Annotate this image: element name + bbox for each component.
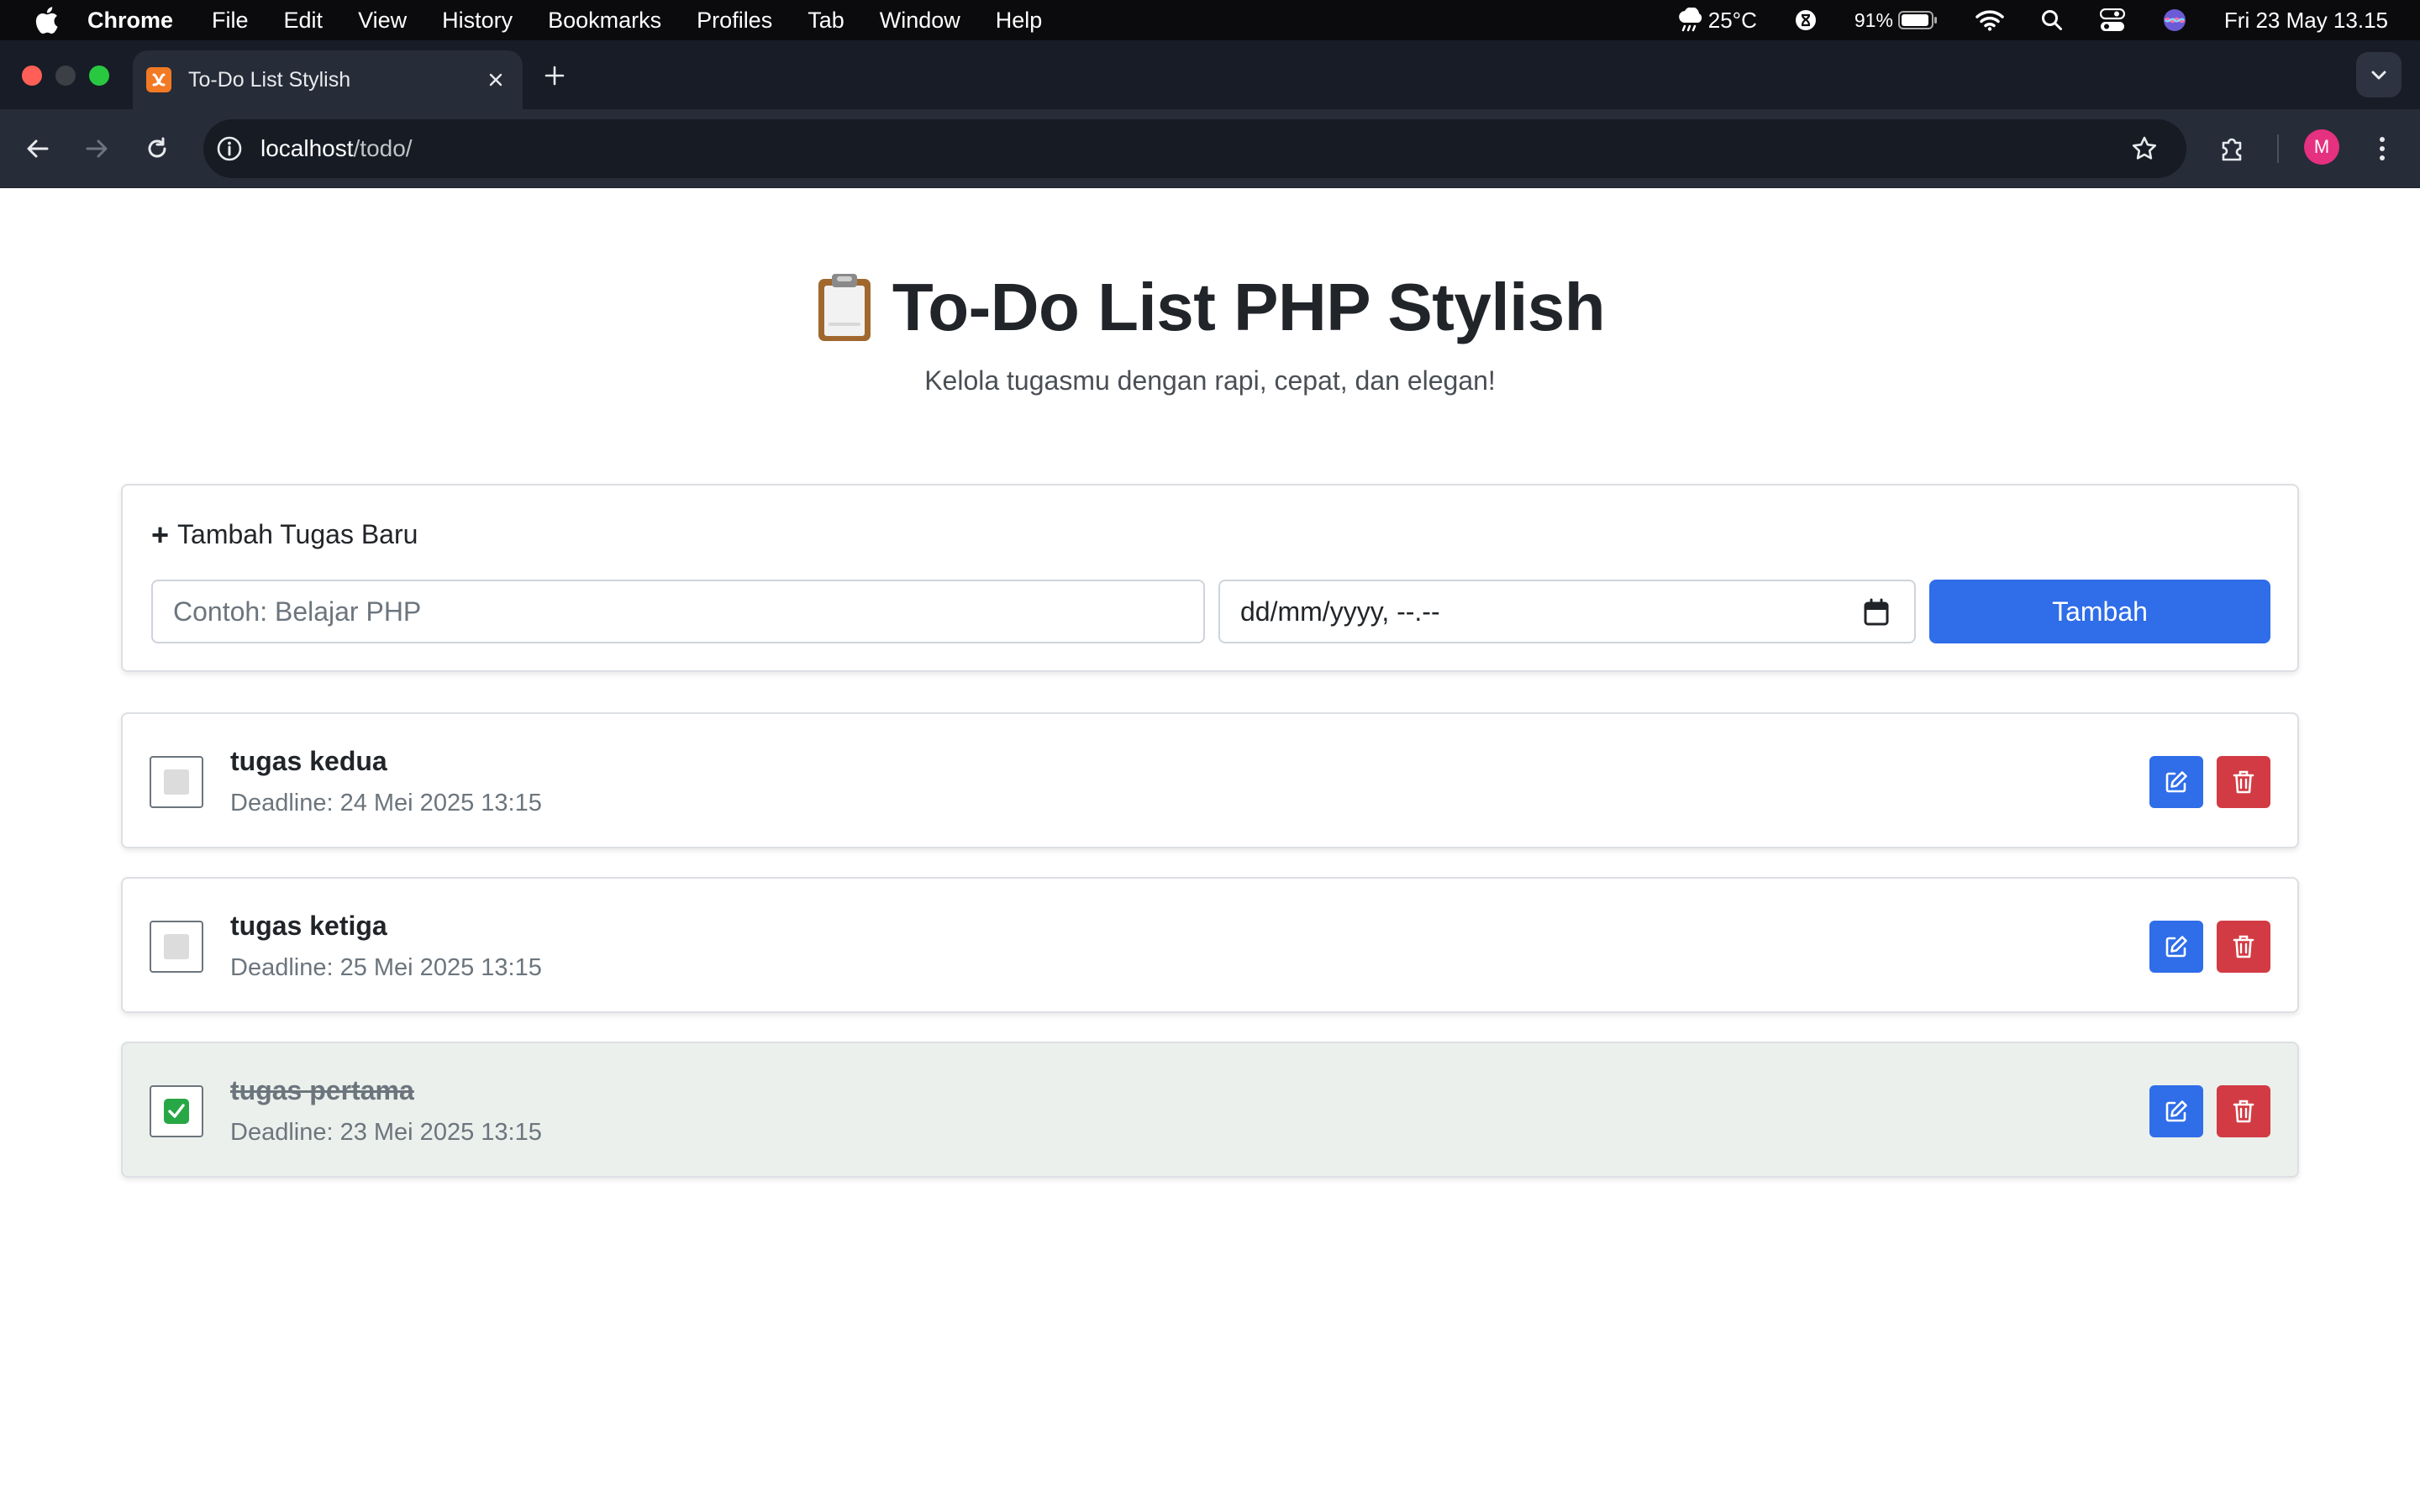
task-item: tugas kedua Deadline: 24 Mei 2025 13:15 bbox=[121, 712, 2299, 848]
forward-arrow-icon[interactable] bbox=[77, 129, 116, 168]
search-icon bbox=[2041, 10, 2062, 30]
window-zoom-button[interactable] bbox=[89, 66, 109, 86]
weather-temperature: 25°C bbox=[1707, 7, 1757, 33]
deadline-datetime-placeholder: dd/mm/yyyy, --.-- bbox=[1240, 596, 1440, 627]
deadline-datetime-input[interactable]: dd/mm/yyyy, --.-- bbox=[1218, 580, 1916, 643]
browser-toolbar: localhost/todo/ bbox=[0, 109, 2420, 188]
menu-edit[interactable]: Edit bbox=[284, 8, 324, 34]
task-name: tugas pertama bbox=[230, 1075, 414, 1105]
delete-task-button[interactable] bbox=[2217, 1085, 2270, 1137]
address-bar[interactable]: localhost/todo/ bbox=[203, 119, 2186, 178]
task-toggle-checkbox[interactable] bbox=[150, 1085, 203, 1137]
site-info-icon[interactable] bbox=[215, 134, 244, 163]
task-item-completed: tugas pertama Deadline: 23 Mei 2025 13:1… bbox=[121, 1042, 2299, 1178]
url-text[interactable]: localhost/todo/ bbox=[260, 135, 2128, 162]
page-title: To-Do List PHP Stylish bbox=[815, 269, 1606, 346]
task-toggle-checkbox[interactable] bbox=[150, 756, 203, 808]
battery-percentage: 91% bbox=[1854, 8, 1893, 31]
back-arrow-icon[interactable] bbox=[18, 129, 57, 168]
web-page: To-Do List PHP Stylish Kelola tugasmu de… bbox=[0, 188, 2420, 1512]
trash-icon bbox=[2233, 770, 2254, 794]
rain-cloud-icon bbox=[1678, 8, 1702, 32]
menu-view[interactable]: View bbox=[358, 8, 407, 34]
task-deadline: Deadline: 25 Mei 2025 13:15 bbox=[230, 954, 542, 981]
wifi-icon bbox=[1975, 10, 2004, 31]
menu-app-name[interactable]: Chrome bbox=[87, 8, 173, 34]
control-center-icon bbox=[2099, 8, 2125, 31]
task-name-input[interactable] bbox=[151, 580, 1205, 643]
browser-tab-active[interactable]: To-Do List Stylish bbox=[133, 50, 523, 109]
add-task-button[interactable]: Tambah bbox=[1929, 580, 2270, 643]
control-center-status[interactable] bbox=[2099, 8, 2125, 32]
apple-logo-icon[interactable] bbox=[34, 6, 59, 34]
battery-status[interactable]: 91% bbox=[1854, 9, 1939, 32]
menu-bookmarks[interactable]: Bookmarks bbox=[548, 8, 661, 34]
trash-icon bbox=[2233, 935, 2254, 958]
menu-history[interactable]: History bbox=[442, 8, 513, 34]
edit-pencil-icon bbox=[2165, 936, 2187, 958]
spotlight-status[interactable] bbox=[2041, 9, 2063, 31]
clipboard-icon bbox=[815, 272, 874, 343]
hourglass-circle-icon bbox=[1795, 10, 1816, 30]
add-task-heading: + Tambah Tugas Baru bbox=[151, 519, 418, 550]
new-tab-plus-icon[interactable] bbox=[538, 59, 571, 92]
chrome-menu-kebab-icon[interactable] bbox=[2363, 129, 2402, 168]
tab-title: To-Do List Stylish bbox=[188, 67, 351, 92]
menu-window[interactable]: Window bbox=[880, 8, 960, 34]
extensions-puzzle-icon[interactable] bbox=[2213, 129, 2252, 168]
page-header: To-Do List PHP Stylish Kelola tugasmu de… bbox=[0, 269, 2420, 396]
tab-close-icon[interactable] bbox=[479, 63, 513, 97]
profile-avatar[interactable]: M bbox=[2304, 129, 2339, 165]
url-path: /todo/ bbox=[353, 135, 413, 161]
task-toggle-checkbox[interactable] bbox=[150, 921, 203, 973]
siri-icon bbox=[2163, 9, 2186, 31]
weather-status[interactable]: 25°C bbox=[1676, 8, 1757, 34]
tab-search-chevron-icon[interactable] bbox=[2356, 52, 2402, 97]
macos-menu-bar: Chrome File Edit View History Bookmarks … bbox=[0, 0, 2420, 40]
url-host: localhost bbox=[260, 135, 354, 161]
xampp-favicon-icon bbox=[146, 67, 171, 92]
menu-file[interactable]: File bbox=[212, 8, 249, 34]
browser-tab-strip: To-Do List Stylish bbox=[0, 40, 2420, 109]
edit-task-button[interactable] bbox=[2149, 1085, 2203, 1137]
plus-icon: + bbox=[151, 517, 170, 552]
edit-task-button[interactable] bbox=[2149, 921, 2203, 973]
toolbar-divider bbox=[2277, 134, 2279, 163]
screen-time-status[interactable] bbox=[1794, 8, 1818, 32]
menu-tab[interactable]: Tab bbox=[808, 8, 844, 34]
edit-task-button[interactable] bbox=[2149, 756, 2203, 808]
page-subtitle: Kelola tugasmu dengan rapi, cepat, dan e… bbox=[924, 365, 1496, 396]
task-name: tugas ketiga bbox=[230, 911, 387, 941]
unchecked-box-icon bbox=[164, 769, 189, 795]
page-title-text: To-Do List PHP Stylish bbox=[892, 270, 1606, 344]
task-deadline: Deadline: 24 Mei 2025 13:15 bbox=[230, 790, 542, 816]
menubar-status-area: 25°C 91% Fri 23 May 13.15 bbox=[1676, 0, 2420, 40]
reload-icon[interactable] bbox=[138, 129, 176, 168]
calendar-icon[interactable] bbox=[1862, 598, 1891, 627]
delete-task-button[interactable] bbox=[2217, 756, 2270, 808]
bookmark-star-icon[interactable] bbox=[2128, 132, 2161, 165]
add-task-card: + Tambah Tugas Baru dd/mm/yyyy, --.-- Ta… bbox=[121, 484, 2299, 672]
trash-icon bbox=[2233, 1100, 2254, 1123]
battery-icon bbox=[1897, 11, 1937, 29]
window-minimize-button[interactable] bbox=[55, 66, 76, 86]
add-task-heading-text: Tambah Tugas Baru bbox=[177, 519, 418, 549]
checkmark-icon bbox=[164, 1099, 189, 1124]
edit-pencil-icon bbox=[2165, 1100, 2187, 1122]
menu-profiles[interactable]: Profiles bbox=[697, 8, 772, 34]
window-close-button[interactable] bbox=[22, 66, 42, 86]
task-deadline: Deadline: 23 Mei 2025 13:15 bbox=[230, 1119, 542, 1146]
task-item: tugas ketiga Deadline: 25 Mei 2025 13:15 bbox=[121, 877, 2299, 1013]
delete-task-button[interactable] bbox=[2217, 921, 2270, 973]
siri-status[interactable] bbox=[2162, 8, 2187, 33]
task-name: tugas kedua bbox=[230, 746, 387, 776]
unchecked-box-icon bbox=[164, 934, 189, 959]
wifi-status[interactable] bbox=[1975, 9, 2004, 31]
edit-pencil-icon bbox=[2165, 771, 2187, 793]
menubar-clock[interactable]: Fri 23 May 13.15 bbox=[2224, 8, 2388, 34]
menu-help[interactable]: Help bbox=[996, 8, 1043, 34]
